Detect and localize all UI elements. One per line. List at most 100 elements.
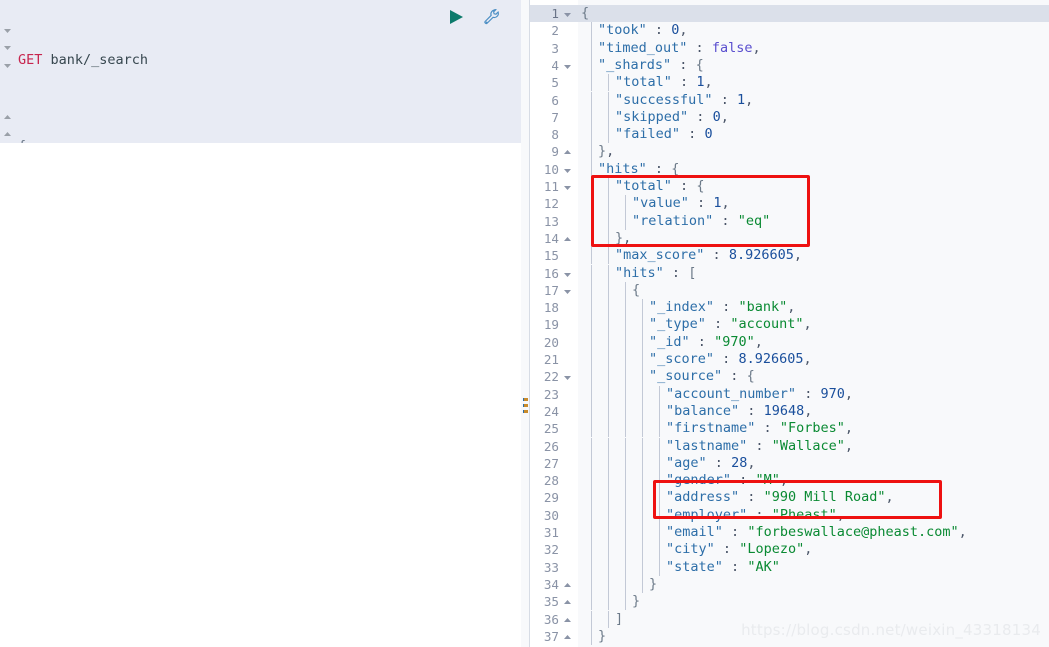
fold-down-icon[interactable] bbox=[3, 43, 12, 52]
fold-down-icon[interactable] bbox=[562, 368, 572, 385]
json-punct: , bbox=[623, 229, 632, 246]
json-punct: , bbox=[804, 402, 813, 419]
response-line: "took" : 0, bbox=[578, 22, 1049, 40]
pane-splitter[interactable] bbox=[521, 0, 530, 647]
json-number: 8.926605 bbox=[738, 351, 804, 367]
json-punct: : bbox=[720, 91, 729, 108]
indent-guide bbox=[591, 264, 592, 282]
response-line: { bbox=[578, 5, 1049, 23]
indent-guide bbox=[591, 178, 592, 196]
indent-guide bbox=[608, 178, 609, 196]
fold-up-icon[interactable] bbox=[562, 143, 572, 160]
fold-up-icon[interactable] bbox=[3, 113, 12, 122]
line-number: 34 bbox=[543, 576, 559, 592]
json-punct: : bbox=[722, 351, 731, 367]
json-punct: : bbox=[731, 524, 740, 540]
fold-down-icon[interactable] bbox=[562, 57, 572, 74]
request-editor[interactable]: GET bank/_search { "query":{ "match_phra… bbox=[0, 0, 521, 143]
fold-down-icon[interactable] bbox=[562, 282, 572, 299]
fold-down-icon[interactable] bbox=[562, 265, 572, 282]
response-line: "lastname" : "Wallace", bbox=[578, 437, 1049, 455]
fold-down-icon[interactable] bbox=[562, 161, 572, 178]
json-key: "timed_out" bbox=[598, 39, 688, 56]
response-line: "_shards" : { bbox=[578, 56, 1049, 75]
response-line: "total" : { bbox=[578, 178, 1049, 196]
response-gutter[interactable]: 1 2 3 4 5 6 7 8 9 10 11 12 13 14 15 16 17 18 19 20 21 22 23 24 2… bbox=[530, 0, 578, 647]
indent-guide bbox=[625, 420, 626, 438]
json-boolean: false bbox=[711, 39, 753, 56]
watermark: https://blog.csdn.net/weixin_43318134 bbox=[741, 621, 1041, 639]
json-brace: { bbox=[695, 56, 704, 73]
json-key: "total" bbox=[615, 178, 672, 194]
response-line: "age" : 28, bbox=[578, 454, 1049, 473]
json-punct: , bbox=[885, 489, 894, 506]
json-punct: , bbox=[793, 247, 802, 264]
indent-guide bbox=[625, 524, 626, 542]
json-punct: , bbox=[752, 39, 761, 56]
json-punct: : bbox=[747, 489, 756, 506]
indent-guide bbox=[591, 22, 592, 40]
json-number: 28 bbox=[731, 454, 748, 471]
json-punct: : bbox=[739, 472, 748, 489]
line-number: 25 bbox=[543, 421, 559, 437]
indent-guide bbox=[625, 558, 626, 576]
fold-down-icon[interactable] bbox=[3, 61, 12, 70]
line-number: 7 bbox=[551, 109, 559, 125]
response-line: "_score" : 8.926605, bbox=[578, 351, 1049, 369]
response-pane: 1 2 3 4 5 6 7 8 9 10 11 12 13 14 15 16 17 18 19 20 21 22 23 24 2… bbox=[530, 0, 1049, 647]
indent-guide bbox=[591, 212, 592, 230]
indent-guide bbox=[591, 160, 592, 178]
fold-up-icon[interactable] bbox=[562, 576, 572, 593]
fold-up-icon[interactable] bbox=[562, 230, 572, 247]
line-number: 6 bbox=[551, 92, 559, 108]
json-punct: , bbox=[779, 472, 788, 489]
line-number: 2 bbox=[551, 23, 559, 39]
json-string: "forbeswallace@pheast.com" bbox=[747, 524, 959, 540]
fold-up-icon[interactable] bbox=[562, 593, 572, 610]
response-line: "value" : 1, bbox=[578, 195, 1049, 213]
play-run-icon[interactable] bbox=[445, 6, 467, 28]
indent-guide bbox=[591, 143, 592, 161]
fold-up-icon[interactable] bbox=[3, 130, 12, 139]
line-number: 33 bbox=[543, 559, 559, 575]
indent-guide bbox=[591, 39, 592, 57]
fold-down-icon[interactable] bbox=[562, 178, 572, 195]
line-number: 32 bbox=[543, 542, 559, 558]
json-string: "Pheast" bbox=[771, 506, 837, 523]
indent-guide bbox=[608, 454, 609, 473]
request-gutter[interactable] bbox=[0, 0, 14, 143]
line-number: 13 bbox=[543, 213, 559, 229]
line-number: 18 bbox=[543, 300, 559, 316]
fold-up-icon[interactable] bbox=[562, 611, 572, 628]
wrench-icon[interactable] bbox=[481, 6, 503, 28]
json-key: "hits" bbox=[615, 264, 664, 281]
fold-down-icon[interactable] bbox=[3, 26, 12, 35]
json-key: "account_number" bbox=[666, 385, 797, 402]
request-line-method: GET bank/_search bbox=[14, 52, 521, 69]
json-brace: { bbox=[671, 160, 680, 177]
json-string: "Forbes" bbox=[779, 420, 845, 437]
indent-guide bbox=[608, 368, 609, 386]
json-punct: , bbox=[747, 454, 756, 471]
indent-guide bbox=[608, 437, 609, 455]
brace-open: { bbox=[18, 138, 26, 143]
indent-guide bbox=[659, 402, 660, 421]
indent-guide bbox=[642, 541, 643, 559]
response-line: "address" : "990 Mill Road", bbox=[578, 489, 1049, 507]
indent-guide bbox=[608, 299, 609, 317]
splitter-grip-icon[interactable] bbox=[523, 398, 528, 416]
fold-up-icon[interactable] bbox=[562, 628, 572, 645]
indent-guide bbox=[642, 506, 643, 524]
line-number: 20 bbox=[543, 334, 559, 350]
response-line: "city" : "Lopezo", bbox=[578, 541, 1049, 559]
json-key: "value" bbox=[632, 195, 689, 212]
line-number: 4 bbox=[551, 57, 559, 73]
indent-guide bbox=[642, 402, 643, 421]
json-punct: : bbox=[722, 541, 732, 558]
indent-guide bbox=[608, 506, 609, 524]
fold-down-icon[interactable] bbox=[562, 5, 572, 22]
indent-guide bbox=[608, 351, 609, 369]
json-key: "state" bbox=[666, 558, 723, 575]
response-line: "relation" : "eq" bbox=[578, 212, 1049, 230]
json-number: 0 bbox=[704, 126, 713, 143]
